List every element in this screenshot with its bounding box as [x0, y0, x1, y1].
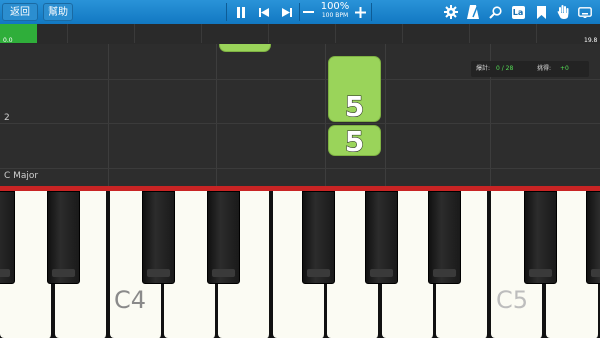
- score-panel: 爆計: 0 / 28 挑得: +0: [471, 61, 589, 77]
- timeline-tick: [335, 24, 336, 43]
- zoom-button[interactable]: [486, 2, 504, 22]
- black-key[interactable]: [142, 191, 175, 284]
- separator: [226, 3, 227, 21]
- grid-line: [325, 44, 326, 186]
- tempo-bpm: 100 BPM: [321, 12, 349, 19]
- black-key[interactable]: [524, 191, 557, 284]
- timeline-tick: [67, 24, 68, 43]
- key-signature-label: C Major: [4, 171, 39, 181]
- back-button[interactable]: 返回: [2, 3, 38, 21]
- help-button[interactable]: 幫助: [43, 3, 73, 21]
- c4-label: C4: [114, 286, 147, 314]
- grid-line: [0, 123, 600, 124]
- solfege-button[interactable]: La: [509, 2, 527, 22]
- hand-icon: [557, 5, 569, 19]
- tempo-increase-button[interactable]: [352, 2, 368, 22]
- pause-icon: [237, 6, 245, 18]
- hand-button[interactable]: [554, 2, 572, 22]
- black-key[interactable]: [207, 191, 240, 284]
- tempo-decrease-button[interactable]: [300, 2, 316, 22]
- pause-button[interactable]: [232, 2, 250, 22]
- piano-keyboard: C4 C5: [0, 191, 600, 338]
- skip-forward-icon: [282, 7, 292, 17]
- row-label: 2: [4, 113, 10, 123]
- score-value: +0: [560, 65, 569, 72]
- tempo-display: 100% 100 BPM: [316, 1, 354, 20]
- timeline-tick: [469, 24, 470, 43]
- gear-icon: [444, 5, 458, 19]
- magnifier-icon: [488, 5, 502, 19]
- separator: [371, 3, 372, 21]
- timeline-end-time: 19.8: [584, 37, 598, 44]
- timeline-bar[interactable]: 0.0 19.8: [0, 24, 600, 45]
- black-key[interactable]: [428, 191, 461, 284]
- accuracy-value: 0 / 28: [496, 65, 514, 72]
- settings-button[interactable]: [442, 2, 460, 22]
- metronome-button[interactable]: [464, 2, 482, 22]
- grid-line: [385, 44, 386, 186]
- grid-line: [108, 44, 109, 186]
- bookmark-button[interactable]: [532, 2, 550, 22]
- accuracy-label: 爆計:: [476, 65, 491, 72]
- bookmark-icon: [536, 5, 546, 19]
- piano-roll[interactable]: 5 5 5 2 C Major 爆計: 0 / 28 挑得: +0: [0, 44, 600, 186]
- la-icon: La: [511, 5, 525, 19]
- black-key[interactable]: [586, 191, 600, 284]
- keyboard-button[interactable]: [576, 2, 594, 22]
- falling-note: 5: [328, 56, 381, 124]
- skip-back-button[interactable]: [255, 2, 273, 22]
- keyboard-icon: [578, 6, 592, 18]
- black-key[interactable]: [0, 191, 15, 284]
- timeline-tick: [201, 24, 202, 43]
- top-toolbar: 返回 幫助 100% 100 BPM La: [0, 0, 600, 24]
- black-key[interactable]: [302, 191, 335, 284]
- timeline-tick: [536, 24, 537, 43]
- skip-forward-button[interactable]: [278, 2, 296, 22]
- black-key[interactable]: [365, 191, 398, 284]
- falling-note: 5: [328, 125, 381, 158]
- grid-line: [0, 79, 600, 80]
- black-key[interactable]: [47, 191, 80, 284]
- score-label: 挑得:: [537, 65, 552, 72]
- skip-back-icon: [259, 7, 269, 17]
- plus-icon: [354, 6, 366, 18]
- timeline-tick: [134, 24, 135, 43]
- timeline-tick: [402, 24, 403, 43]
- minus-icon: [302, 10, 314, 13]
- grid-line: [216, 44, 217, 186]
- timeline-tick: [268, 24, 269, 43]
- grid-line: [0, 168, 600, 169]
- c5-label: C5: [496, 286, 529, 314]
- timeline-start-time: 0.0: [3, 37, 13, 44]
- metronome-icon: [467, 5, 479, 19]
- falling-note: 5: [219, 44, 271, 52]
- tempo-percent: 100%: [320, 1, 350, 12]
